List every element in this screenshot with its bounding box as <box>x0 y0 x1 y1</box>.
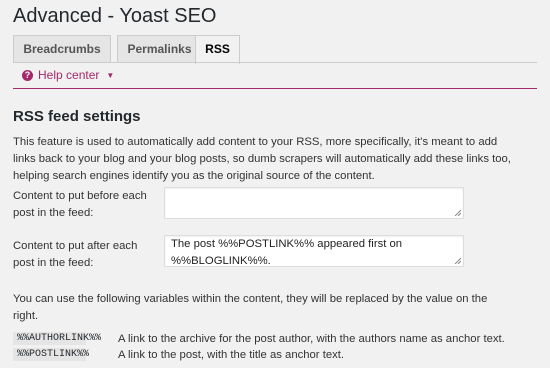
tab-rss[interactable]: RSS <box>195 35 240 64</box>
variable-code: %%POSTLINK%% <box>13 348 89 361</box>
variable-description: A link to the post, with the title as an… <box>118 348 345 361</box>
help-center-toggle[interactable]: ? Help center ▼ <box>22 68 114 82</box>
tab-permalinks[interactable]: Permalinks <box>117 35 202 62</box>
tab-breadcrumbs[interactable]: Breadcrumbs <box>13 35 111 62</box>
variable-code: %%AUTHORLINK%% <box>13 332 101 345</box>
question-circle-icon: ? <box>22 69 33 81</box>
help-center-bar: ? Help center ▼ <box>13 63 537 89</box>
page-title: Advanced - Yoast SEO <box>13 5 217 27</box>
caret-down-icon: ▼ <box>106 70 115 80</box>
variable-row: %%POSTLINK%% A link to the post, with th… <box>13 348 344 361</box>
variable-description: A link to the archive for the post autho… <box>118 332 505 345</box>
help-center-label: Help center <box>38 68 100 82</box>
variable-row: %%AUTHORLINK%% A link to the archive for… <box>13 332 505 345</box>
after-content-label: Content to put after each post in the fe… <box>13 240 138 269</box>
before-content-textarea[interactable] <box>164 187 464 219</box>
after-content-value: The post %%POSTLINK%% appeared first on … <box>171 238 403 267</box>
after-content-textarea[interactable]: The post %%POSTLINK%% appeared first on … <box>164 235 464 267</box>
resize-handle-icon[interactable] <box>454 209 461 216</box>
section-title: RSS feed settings <box>13 108 141 125</box>
variables-intro: You can use the following variables with… <box>13 293 488 322</box>
before-content-label: Content to put before each post in the f… <box>13 190 147 219</box>
section-description: This feature is used to automatically ad… <box>13 136 511 182</box>
resize-handle-icon[interactable] <box>454 257 461 264</box>
